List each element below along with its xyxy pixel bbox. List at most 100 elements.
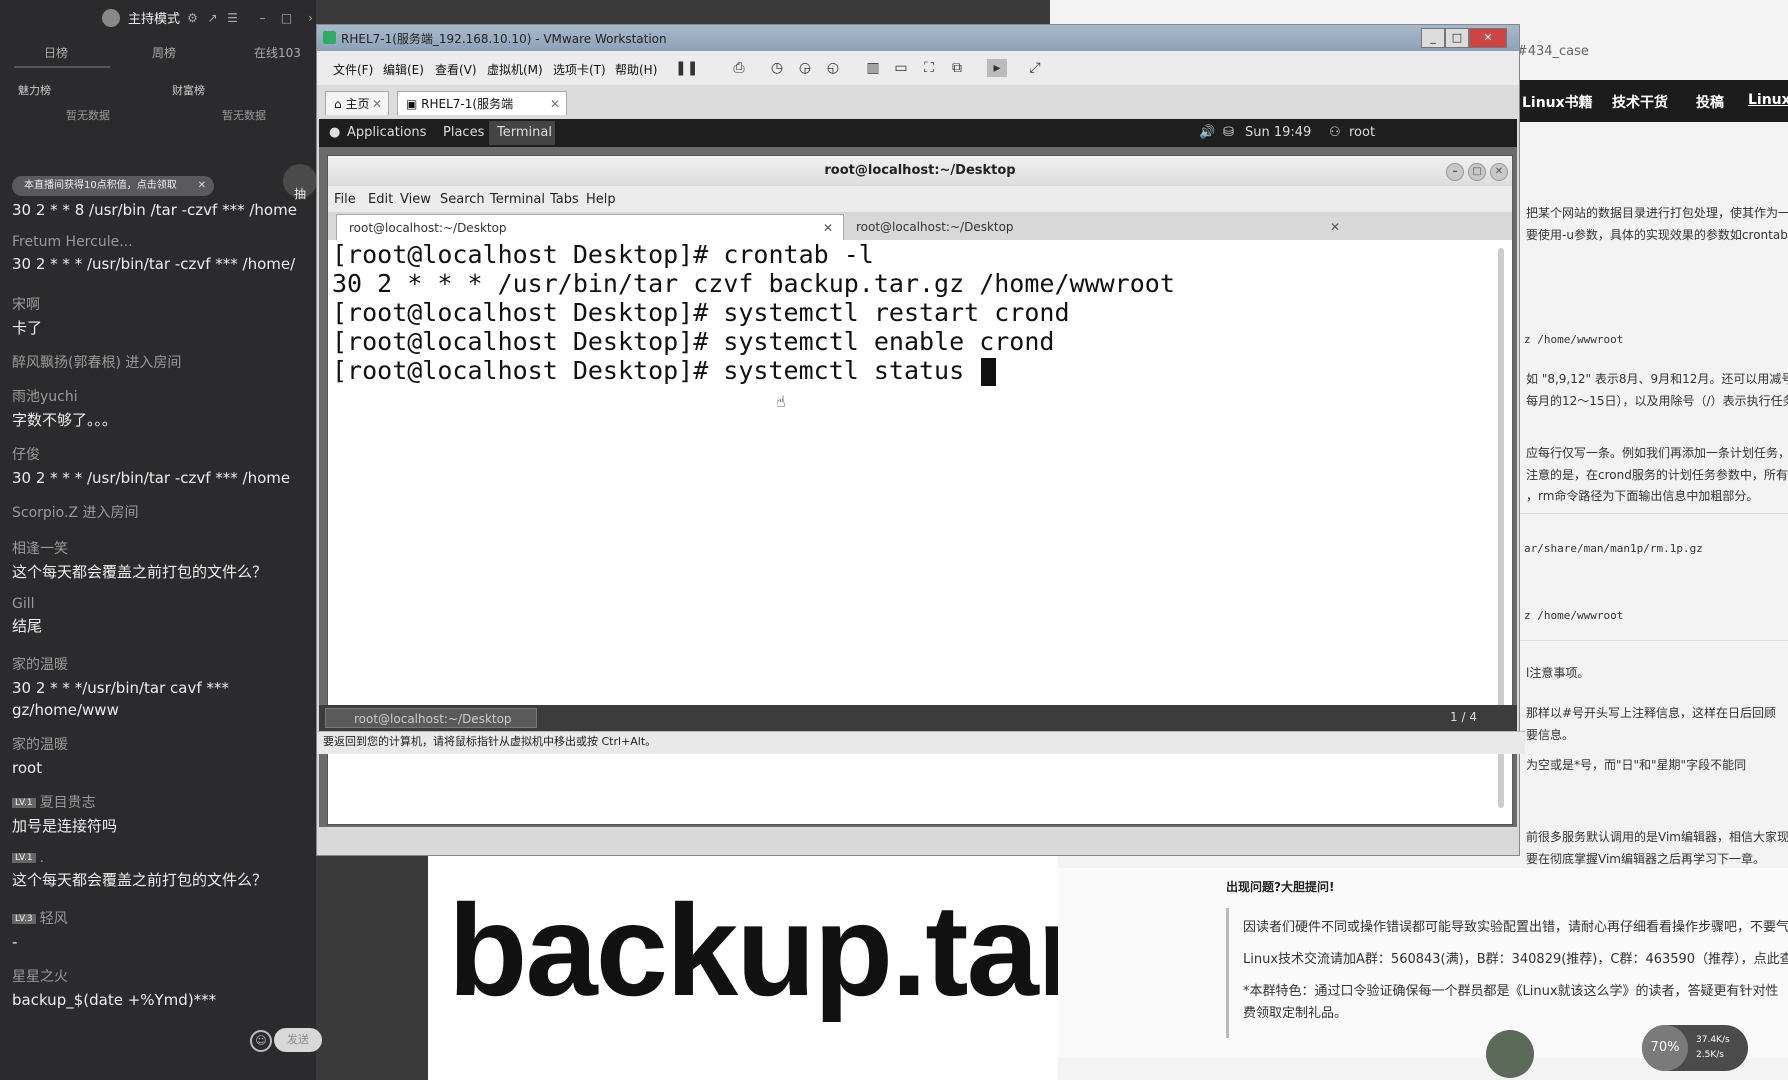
wealth-no-data: 暂无数据 <box>222 109 266 122</box>
tab-daily[interactable]: 日榜 <box>44 44 68 61</box>
terminal-title: root@localhost:~/Desktop <box>824 163 1016 178</box>
chat-message: LV.1 夏目贵志 加号是连接符吗 <box>12 792 312 837</box>
message-user: Gill <box>12 596 35 612</box>
message-user: 相逢一笑 <box>12 541 68 557</box>
tab-home[interactable]: ⌂ 主页 ✕ <box>325 91 389 115</box>
menu-edit[interactable]: 编辑(E) <box>383 61 424 78</box>
network-icon[interactable]: ⛁ <box>1223 125 1234 140</box>
close-icon[interactable]: ✕ <box>823 215 833 241</box>
article-text: 每月的12～15日），以及用除号（/）表示执行任务 <box>1526 394 1788 408</box>
maximize-icon[interactable]: □ <box>280 12 293 25</box>
snapshot-manager-icon[interactable]: ◵ <box>823 59 843 77</box>
send-keys-icon[interactable]: ⎙ <box>729 59 749 77</box>
terminal-tab[interactable]: root@localhost:~/Desktop ✕ <box>844 214 1350 240</box>
vmware-title: RHEL7-1(服务端_192.168.10.10) - VMware Work… <box>341 32 667 46</box>
close-icon[interactable]: ✕ <box>372 92 382 116</box>
terminal-maximize-button[interactable]: □ <box>1468 163 1486 181</box>
article-text: 应每行仅写一条。例如我们再添加一条计划任务，它 <box>1526 446 1788 460</box>
message-text: 结尾 <box>12 617 43 635</box>
system-message: Scorpio.Z 进入房间 <box>12 505 139 521</box>
applications-menu[interactable]: Applications <box>347 125 426 140</box>
nav-linux[interactable]: Linux <box>1748 92 1788 108</box>
sidebar-toggle-icon[interactable]: ▥ <box>863 59 883 77</box>
user-menu[interactable]: root <box>1349 125 1375 140</box>
nav-tech[interactable]: 技术干货 <box>1612 92 1668 112</box>
article-text: 要使用-u参数，具体的实现效果的参数如crontab -l命令 <box>1526 228 1788 242</box>
lucky-draw-button[interactable]: 抽 <box>283 164 317 201</box>
workspace-pager[interactable]: 1 / 4 <box>1450 710 1477 724</box>
revert-snapshot-icon[interactable]: ◶ <box>795 59 815 77</box>
places-menu[interactable]: Places <box>443 125 484 140</box>
terminal-menu-view[interactable]: View <box>400 192 431 207</box>
window-maximize-button[interactable]: □ <box>1445 28 1469 48</box>
message-user: 星星之火 <box>12 969 68 985</box>
tab-vm[interactable]: ▣ RHEL7-1(服务端_192.168....✕ <box>397 91 567 135</box>
taskbar-terminal-item[interactable]: root@localhost:~/Desktop <box>325 708 537 728</box>
settings-icon[interactable]: ⚙ <box>186 12 199 25</box>
menu-file[interactable]: 文件(F) <box>333 61 373 78</box>
terminal-menu-terminal[interactable]: Terminal <box>490 192 545 207</box>
menu-icon[interactable]: ☰ <box>226 12 239 25</box>
stretch-icon[interactable]: ⤢ <box>1025 59 1045 77</box>
upload-speed: 37.4K/s <box>1696 1035 1730 1045</box>
terminal-menu-help[interactable]: Help <box>586 192 616 207</box>
terminal-menu-file[interactable]: File <box>334 192 356 207</box>
menu-vm[interactable]: 虚拟机(M) <box>487 61 543 78</box>
emoji-icon[interactable]: ☺ <box>250 1030 272 1052</box>
share-icon[interactable]: ↗ <box>206 12 219 25</box>
console-icon[interactable]: ▸ <box>987 59 1007 77</box>
close-icon[interactable]: ✕ <box>550 92 560 116</box>
unity-icon[interactable]: ⧉ <box>947 59 967 77</box>
article-text: 前很多服务默认调用的是Vim编辑器，相信大家现在 <box>1526 830 1788 844</box>
terminal-menu-search[interactable]: Search <box>440 192 485 207</box>
tab-label: root@localhost:~/Desktop <box>349 221 507 235</box>
message-text: 卡了 <box>12 319 43 337</box>
terminal-line: [root@localhost Desktop]# crontab -l <box>332 240 874 269</box>
reward-pill[interactable]: 本直播间获得10点积值，点击领取 ✕ <box>12 176 214 196</box>
gnome-topbar: ● Applications Places Terminal 🔊 ⛁ Sun 1… <box>319 119 1517 147</box>
chat-message: 家的温暖 30 2 * * */usr/bin/tar cavf *** gz/h… <box>12 654 312 721</box>
menu-view[interactable]: 查看(V) <box>435 61 477 78</box>
snapshot-icon[interactable]: ◷ <box>767 59 787 77</box>
terminal-app-label[interactable]: Terminal <box>497 125 552 140</box>
cpu-percent-badge: 70% <box>1642 1025 1688 1071</box>
terminal-tabbar: root@localhost:~/Desktop ✕ root@localhost… <box>328 212 1512 240</box>
minimize-icon[interactable]: – <box>256 12 269 25</box>
terminal-tab[interactable]: root@localhost:~/Desktop ✕ <box>336 214 844 240</box>
message-user: Fretum Hercule... <box>12 234 133 250</box>
chat-message: 30 2 * * 8 /usr/bin /tar -czvf *** /home <box>12 199 312 221</box>
thumbnail-icon[interactable]: ▭ <box>891 59 911 77</box>
terminal-close-button[interactable]: ✕ <box>1490 163 1508 181</box>
code-line: z /home/wwwroot <box>1524 333 1624 346</box>
window-minimize-button[interactable]: _ <box>1421 28 1445 48</box>
close-icon[interactable]: ✕ <box>198 176 206 196</box>
clock[interactable]: Sun 19:49 <box>1245 125 1311 140</box>
menu-help[interactable]: 帮助(H) <box>615 61 657 78</box>
nav-submit[interactable]: 投稿 <box>1696 92 1724 112</box>
message-text: 这个每天都会覆盖之前打包的文件么？ <box>12 563 268 581</box>
presenter-avatar <box>1486 1030 1534 1078</box>
article-text: l注意事项。 <box>1526 666 1590 680</box>
message-user: . <box>39 850 45 866</box>
pause-icon[interactable]: ❚❚ <box>675 59 698 77</box>
close-icon[interactable]: ✕ <box>1330 214 1340 240</box>
terminal-menu-tabs[interactable]: Tabs <box>550 192 579 207</box>
menu-tabs[interactable]: 选项卡(T) <box>553 61 606 78</box>
vmware-titlebar[interactable]: RHEL7-1(服务端_192.168.10.10) - VMware Work… <box>317 25 1519 51</box>
charm-no-data: 暂无数据 <box>66 109 110 122</box>
send-button[interactable]: 发送 <box>274 1028 322 1052</box>
message-text: 30 2 * * */usr/bin/tar cavf *** gz/home/… <box>12 679 229 719</box>
text-cursor <box>981 358 997 386</box>
article-text: 那样以#号开头写上注释信息，这样在日后回顾 <box>1526 706 1777 720</box>
window-close-button[interactable]: ✕ <box>1469 28 1507 48</box>
message-text: - <box>12 933 18 951</box>
terminal-menu-edit[interactable]: Edit <box>368 192 393 207</box>
tab-weekly[interactable]: 周榜 <box>152 44 176 61</box>
mouse-pointer-icon: ☝ <box>776 392 786 411</box>
volume-icon[interactable]: 🔊 <box>1199 125 1215 140</box>
tab-online[interactable]: 在线103 <box>254 44 301 61</box>
terminal-titlebar[interactable]: root@localhost:~/Desktop – □ ✕ <box>328 156 1512 186</box>
terminal-minimize-button[interactable]: – <box>1446 163 1464 181</box>
fullscreen-icon[interactable]: ⛶ <box>919 59 939 77</box>
nav-linux-books[interactable]: Linux书籍 <box>1522 92 1593 112</box>
